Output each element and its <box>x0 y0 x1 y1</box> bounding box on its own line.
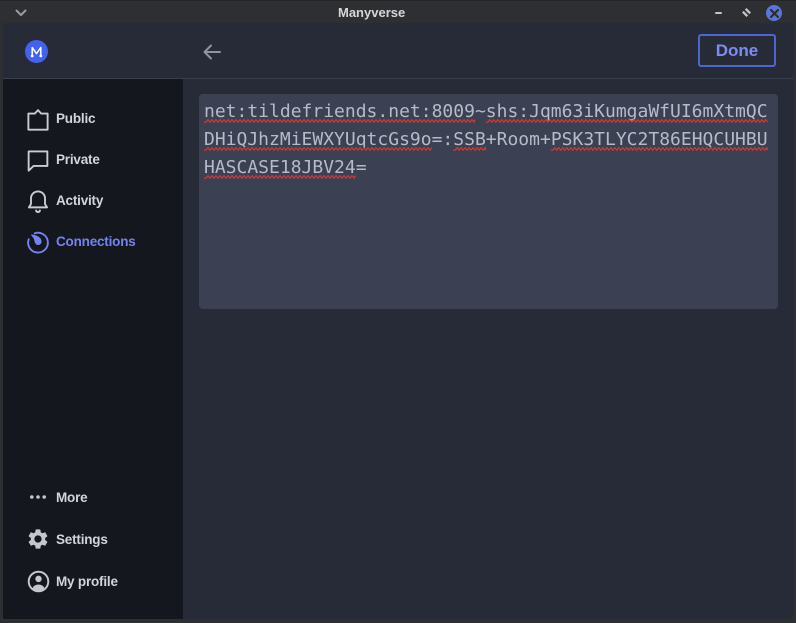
sidebar-item-label: Connections <box>56 234 136 249</box>
restore-button[interactable] <box>742 8 751 17</box>
sidebar-top-group: Public Private <box>3 79 183 262</box>
invite-line: net:tildefriends.net:8009~shs:Jqm63iKumg… <box>204 98 773 126</box>
window-title: Manyverse <box>338 1 405 24</box>
main-content: net:tildefriends.net:8009~shs:Jqm63iKumg… <box>183 79 793 619</box>
manyverse-window: { "titlebar": { "title": "Manyverse", "i… <box>0 0 796 623</box>
sidebar-item-more[interactable]: More <box>3 476 183 518</box>
ellipsis-icon <box>28 487 48 507</box>
bell-icon <box>28 191 48 211</box>
bulletin-board-icon <box>28 109 48 129</box>
header-bar: Done <box>3 23 793 79</box>
sidebar-item-my-profile[interactable]: My profile <box>3 560 183 602</box>
connections-dial-icon <box>28 232 48 252</box>
invite-line: DHiQJhzMiEWXYUqtcGs9o=:SSB+Room+PSK3TLYC… <box>204 126 773 154</box>
arrow-back-icon <box>203 44 221 60</box>
close-icon <box>770 9 779 18</box>
sidebar-bottom-group: More Settings <box>3 476 183 602</box>
sidebar-item-label: My profile <box>56 574 118 589</box>
message-bubble-icon <box>28 150 48 170</box>
chevron-down-icon[interactable] <box>15 9 27 17</box>
manyverse-logo <box>25 40 48 63</box>
sidebar-item-settings[interactable]: Settings <box>3 518 183 560</box>
invite-line: HASCASE18JBV24= <box>204 154 773 182</box>
minimize-button[interactable] <box>715 12 722 14</box>
back-button[interactable] <box>199 39 225 65</box>
sidebar-item-private[interactable]: Private <box>3 139 183 180</box>
titlebar[interactable]: Manyverse <box>0 0 796 23</box>
close-button[interactable] <box>766 5 782 21</box>
sidebar-item-label: More <box>56 490 87 505</box>
sidebar-item-activity[interactable]: Activity <box>3 180 183 221</box>
sidebar-item-label: Settings <box>56 532 108 547</box>
sidebar-item-label: Private <box>56 152 100 167</box>
body-row: Public Private <box>3 79 793 619</box>
sidebar-item-label: Activity <box>56 193 103 208</box>
done-button[interactable]: Done <box>698 34 776 67</box>
sidebar: Public Private <box>3 79 183 619</box>
sidebar-item-label: Public <box>56 111 95 126</box>
gear-icon <box>28 529 48 549</box>
sidebar-item-connections[interactable]: Connections <box>3 221 183 262</box>
account-circle-icon <box>28 571 48 591</box>
sidebar-item-public[interactable]: Public <box>3 98 183 139</box>
invite-code-textarea[interactable]: net:tildefriends.net:8009~shs:Jqm63iKumg… <box>199 94 778 309</box>
app-window: Done Public <box>3 23 793 619</box>
